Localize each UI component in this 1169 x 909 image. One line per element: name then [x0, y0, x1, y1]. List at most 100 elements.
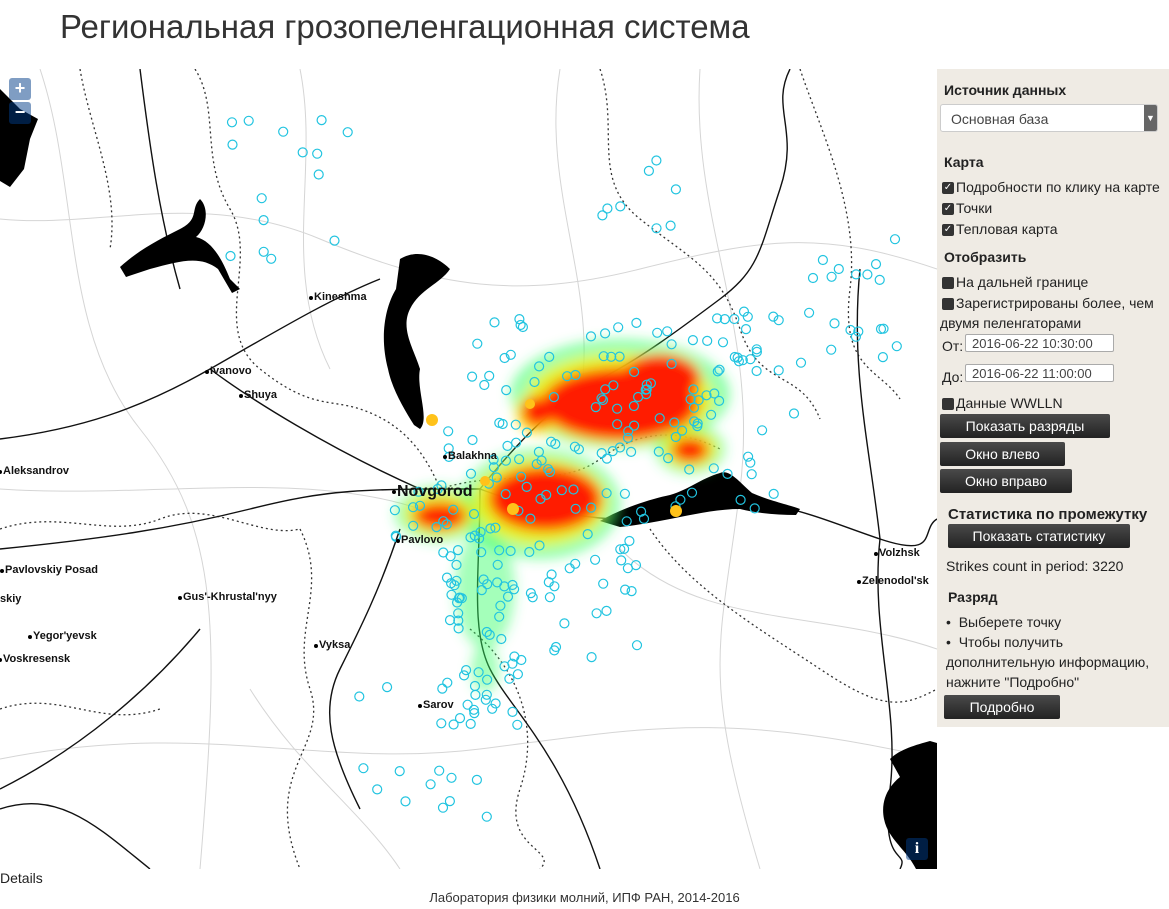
strike-point[interactable]: [256, 193, 267, 204]
strike-point[interactable]: [833, 263, 844, 275]
strike-point[interactable]: [870, 259, 882, 270]
checkbox-checked-icon[interactable]: ✓: [942, 182, 954, 195]
strike-point[interactable]: [829, 318, 840, 329]
strike-point[interactable]: [444, 614, 456, 626]
strike-point[interactable]: [484, 370, 495, 381]
strike-point[interactable]: [598, 578, 609, 589]
strike-point[interactable]: [507, 706, 518, 718]
strike-point[interactable]: [702, 335, 713, 346]
chevron-down-icon[interactable]: ▼: [1144, 105, 1157, 131]
strike-point[interactable]: [751, 365, 762, 377]
strike-point[interactable]: [512, 719, 523, 730]
window-right-button[interactable]: Окно вправо: [940, 469, 1072, 493]
strike-point[interactable]: [619, 584, 631, 595]
checkbox-checked-icon[interactable]: ✓: [942, 224, 954, 237]
map-canvas[interactable]: [0, 69, 937, 869]
strike-point[interactable]: [891, 341, 902, 352]
zoom-out-button[interactable]: −: [9, 102, 31, 124]
to-datetime-input[interactable]: 2016-06-22 11:00:00: [965, 364, 1114, 382]
strike-point[interactable]: [874, 274, 885, 285]
strike-point[interactable]: [312, 148, 323, 159]
strike-point[interactable]: [479, 379, 490, 391]
strike-point[interactable]: [550, 641, 562, 653]
strike-point[interactable]: [619, 488, 631, 499]
strike-point[interactable]: [465, 718, 476, 730]
strike-point[interactable]: [342, 127, 353, 138]
strike-point[interactable]: [625, 446, 637, 457]
strike-point[interactable]: [591, 608, 602, 619]
strike-point[interactable]: [470, 689, 481, 701]
strike-point[interactable]: [559, 618, 570, 629]
strike-point[interactable]: [467, 371, 478, 382]
strike-point[interactable]: [826, 271, 837, 282]
strike-point[interactable]: [817, 254, 829, 266]
strike-point[interactable]: [768, 488, 779, 499]
strike-point[interactable]: [266, 253, 277, 264]
strike-point[interactable]: [454, 712, 466, 724]
strike-point[interactable]: [462, 699, 473, 710]
strike-point[interactable]: [510, 419, 521, 430]
strike-point[interactable]: [788, 408, 800, 419]
strike-point[interactable]: [601, 605, 612, 617]
strike-point[interactable]: [773, 365, 784, 376]
strike-point[interactable]: [597, 210, 608, 221]
source-select[interactable]: Основная база ▼: [940, 104, 1158, 132]
option-points[interactable]: ✓ Точки: [942, 200, 992, 216]
strike-point[interactable]: [616, 555, 627, 566]
strike-point[interactable]: [514, 314, 525, 325]
strike-point[interactable]: [382, 681, 393, 693]
strike-point[interactable]: [516, 654, 527, 666]
strike-point[interactable]: [624, 535, 635, 547]
strike-point[interactable]: [862, 269, 873, 280]
strike-point[interactable]: [358, 763, 369, 774]
strike-point[interactable]: [512, 669, 524, 680]
strike-point[interactable]: [746, 469, 757, 480]
strike-point[interactable]: [445, 551, 456, 562]
strike-point[interactable]: [425, 779, 436, 790]
checkbox-unchecked-icon[interactable]: [942, 277, 954, 290]
strike-point[interactable]: [258, 215, 269, 226]
strike-point[interactable]: [795, 357, 807, 368]
strike-point[interactable]: [740, 324, 752, 335]
strike-point[interactable]: [877, 352, 889, 363]
strike-point[interactable]: [615, 201, 626, 212]
info-button[interactable]: i: [906, 838, 928, 860]
strike-point[interactable]: [626, 585, 637, 597]
strike-point[interactable]: [515, 319, 526, 331]
strike-point[interactable]: [437, 683, 448, 694]
strike-point[interactable]: [436, 718, 447, 729]
strike-point[interactable]: [745, 457, 756, 468]
show-stats-button[interactable]: Показать статистику: [948, 524, 1130, 548]
strike-point[interactable]: [243, 115, 254, 126]
strike-point[interactable]: [599, 328, 611, 339]
strike-point[interactable]: [227, 139, 238, 150]
strike-point[interactable]: [443, 426, 454, 437]
strike-point[interactable]: [258, 246, 269, 257]
map-view[interactable]: Kineshma Ivanovo Shuya Aleksandrov Balakhna N…: [0, 69, 937, 869]
strike-point[interactable]: [400, 796, 411, 807]
strike-point[interactable]: [756, 425, 768, 436]
strike-point[interactable]: [631, 317, 642, 328]
strike-point[interactable]: [481, 811, 492, 822]
zoom-in-button[interactable]: +: [9, 78, 31, 100]
strike-point[interactable]: [670, 184, 682, 195]
strike-point[interactable]: [313, 169, 324, 180]
strike-point[interactable]: [613, 322, 624, 333]
strike-point[interactable]: [316, 114, 327, 126]
strike-point[interactable]: [807, 272, 819, 284]
checkbox-unchecked-icon[interactable]: [942, 398, 954, 411]
strike-point[interactable]: [471, 774, 482, 786]
strike-point[interactable]: [742, 451, 754, 462]
strike-point[interactable]: [687, 335, 699, 346]
show-strikes-button[interactable]: Показать разряды: [940, 414, 1110, 438]
strike-point[interactable]: [651, 155, 662, 166]
strike-point[interactable]: [544, 592, 556, 603]
from-datetime-input[interactable]: 2016-06-22 10:30:00: [965, 334, 1114, 352]
strike-point[interactable]: [472, 338, 483, 349]
strike-point[interactable]: [850, 331, 862, 342]
strike-point[interactable]: [452, 545, 464, 556]
strike-point[interactable]: [461, 664, 472, 676]
strike-point[interactable]: [372, 784, 383, 795]
strike-point[interactable]: [501, 385, 512, 396]
strike-point[interactable]: [329, 235, 340, 246]
